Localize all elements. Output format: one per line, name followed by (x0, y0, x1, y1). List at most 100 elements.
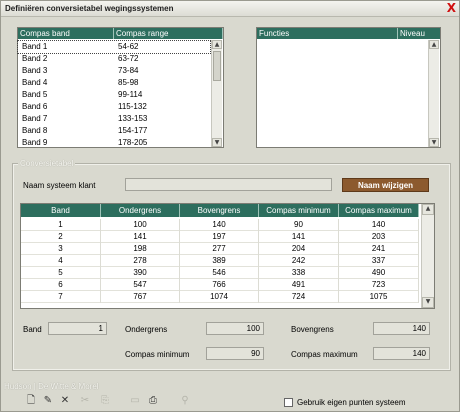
table-cell: 546 (180, 267, 259, 279)
table-cell: 389 (180, 255, 259, 267)
band-range: 73-84 (118, 66, 139, 75)
table-cell: 242 (259, 255, 339, 267)
table-cell: 767 (101, 291, 180, 303)
customer-system-name-label: Naam systeem klant (23, 181, 96, 190)
new-icon[interactable]: 🗋 (25, 395, 37, 407)
table-cell: 277 (180, 243, 259, 255)
list-item[interactable]: Band 4 85-98 (18, 77, 210, 89)
functions-list-scrollbar[interactable]: ▲ ▼ (428, 40, 439, 147)
band-range: 99-114 (118, 90, 143, 99)
table-cell: 490 (339, 267, 419, 279)
table-row[interactable]: 5 390 546 338 490 (21, 267, 419, 279)
column-header-compas-range[interactable]: Compas range (114, 28, 223, 39)
column-header-compas-minimum[interactable]: Compas minimum (259, 204, 339, 217)
conversion-table: Band Ondergrens Bovengrens Compas minimu… (20, 203, 435, 309)
band-name: Band 2 (22, 54, 48, 63)
table-cell: 1 (21, 219, 101, 231)
table-cell: 4 (21, 255, 101, 267)
table-cell: 198 (101, 243, 180, 255)
band-name: Band 8 (22, 126, 48, 135)
band-range: 63-72 (118, 54, 139, 63)
conversion-table-scrollbar[interactable]: ▲ ▼ (421, 204, 434, 308)
table-cell: 203 (339, 231, 419, 243)
list-item[interactable]: Band 9 178-205 (18, 137, 210, 149)
table-cell: 723 (339, 279, 419, 291)
table-row[interactable]: 2 141 197 141 203 (21, 231, 419, 243)
band-name: Band 1 (22, 42, 48, 51)
band-list-scrollbar[interactable]: ▲ ▼ (211, 40, 222, 147)
ondergrens-label: Ondergrens (125, 325, 168, 334)
table-cell: 278 (101, 255, 180, 267)
table-row[interactable]: 3 198 277 204 241 (21, 243, 419, 255)
table-cell: 140 (180, 219, 259, 231)
paste-icon[interactable]: ▭ (129, 395, 141, 407)
list-item[interactable]: Band 7 133-153 (18, 113, 210, 125)
table-cell: 7 (21, 291, 101, 303)
customer-system-name-field[interactable] (125, 178, 332, 191)
table-row[interactable]: 7 767 1074 724 1075 (21, 291, 419, 303)
table-row[interactable]: 1 100 140 90 140 (21, 219, 419, 231)
compas-maximum-field[interactable]: 140 (373, 347, 430, 360)
scroll-up-icon[interactable]: ▲ (212, 40, 222, 49)
band-list: Compas band Compas range Band 1 54-62 Band… (17, 27, 224, 148)
bovengrens-field[interactable]: 140 (373, 322, 430, 335)
table-row[interactable]: 4 278 389 242 337 (21, 255, 419, 267)
rename-button[interactable]: Naam wijzigen (342, 178, 429, 192)
attach-icon[interactable]: ⚲ (179, 395, 191, 407)
scroll-up-icon[interactable]: ▲ (429, 40, 439, 49)
ondergrens-field[interactable]: 100 (206, 322, 264, 335)
band-range: 154-177 (118, 126, 148, 135)
table-cell: 6 (21, 279, 101, 291)
table-cell: 724 (259, 291, 339, 303)
column-header-ondergrens[interactable]: Ondergrens (101, 204, 180, 217)
table-cell: 547 (101, 279, 180, 291)
list-item[interactable]: Band 5 99-114 (18, 89, 210, 101)
table-cell: 337 (339, 255, 419, 267)
scroll-down-icon[interactable]: ▼ (422, 297, 434, 308)
list-item[interactable]: Band 8 154-177 (18, 125, 210, 137)
band-name: Band 5 (22, 90, 48, 99)
list-item[interactable]: Band 6 115-132 (18, 101, 210, 113)
edit-icon[interactable]: ✎ (42, 395, 54, 407)
list-item[interactable]: Band 1 54-62 (17, 40, 211, 54)
column-header-bovengrens[interactable]: Bovengrens (180, 204, 259, 217)
scroll-thumb[interactable] (213, 51, 221, 81)
list-item[interactable]: Band 3 73-84 (18, 65, 210, 77)
table-cell: 140 (339, 219, 419, 231)
column-header-niveau[interactable]: Niveau (398, 28, 440, 39)
band-name: Band 4 (22, 78, 48, 87)
table-cell: 100 (101, 219, 180, 231)
compas-minimum-field[interactable]: 90 (206, 347, 264, 360)
print-icon[interactable]: ⎙ (147, 395, 159, 407)
delete-icon[interactable]: ✕ (59, 395, 71, 407)
table-cell: 90 (259, 219, 339, 231)
table-cell: 390 (101, 267, 180, 279)
table-cell: 1075 (339, 291, 419, 303)
list-item[interactable]: Band 2 63-72 (18, 53, 210, 65)
table-cell: 204 (259, 243, 339, 255)
table-cell: 1074 (180, 291, 259, 303)
scroll-down-icon[interactable]: ▼ (212, 138, 222, 147)
band-name: Band 7 (22, 114, 48, 123)
title-bar: Definiëren conversietabel wegingssysteme… (1, 1, 459, 17)
column-header-functies[interactable]: Functies (257, 28, 398, 39)
band-range: 115-132 (118, 102, 147, 111)
table-cell: 338 (259, 267, 339, 279)
table-row[interactable]: 6 547 766 491 723 (21, 279, 419, 291)
column-header-band[interactable]: Band (21, 204, 101, 217)
band-range: 178-205 (118, 138, 148, 147)
band-name: Band 3 (22, 66, 48, 75)
band-field[interactable]: 1 (48, 322, 107, 335)
cut-icon[interactable]: ✂ (79, 395, 91, 407)
scroll-down-icon[interactable]: ▼ (429, 138, 439, 147)
copy-icon[interactable]: ⎘ (99, 395, 111, 407)
scroll-up-icon[interactable]: ▲ (422, 204, 434, 215)
column-header-compas-band[interactable]: Compas band (18, 28, 114, 39)
own-points-checkbox[interactable] (284, 398, 293, 407)
close-icon[interactable]: X (447, 1, 456, 15)
own-points-label: Gebruik eigen punten systeem (297, 398, 406, 407)
brand-label: Hudson | De Witte & Morel (4, 382, 99, 391)
window-title: Definiëren conversietabel wegingssysteme… (5, 4, 174, 13)
conversion-table-window: Definiëren conversietabel wegingssysteme… (0, 0, 460, 412)
column-header-compas-maximum[interactable]: Compas maximum (339, 204, 419, 217)
